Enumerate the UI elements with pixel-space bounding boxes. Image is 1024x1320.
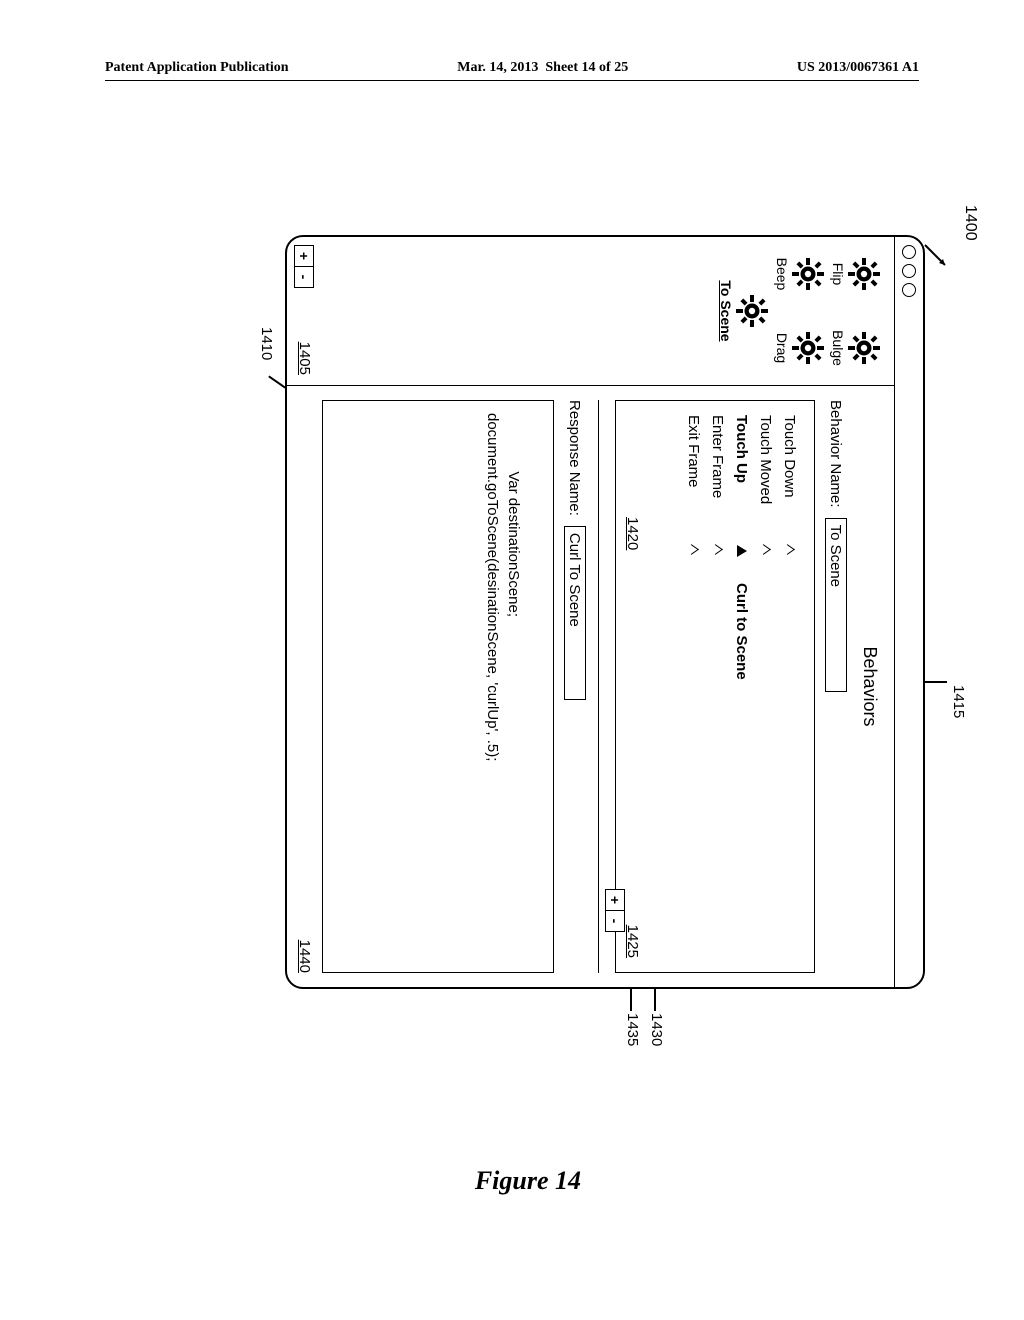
gear-icon: [790, 330, 826, 366]
ref-1415: 1415: [950, 685, 967, 718]
gear-icon: [734, 293, 770, 329]
ref-1440: 1440: [294, 940, 314, 973]
header-right: US 2013/0067361 A1: [797, 60, 919, 76]
gear-icon: [846, 330, 882, 366]
sidebar-item-beep[interactable]: Beep: [774, 242, 826, 306]
figure-label: Figure 14: [475, 1166, 581, 1196]
sidebar-item-bulge[interactable]: Bulge: [830, 316, 882, 380]
arrow-icon: [923, 243, 951, 271]
ref-1420: 1420: [624, 517, 641, 550]
event-response: Curl to Scene: [734, 583, 751, 680]
behavior-name-input[interactable]: [825, 518, 847, 692]
figure-1400: 1400 1415 1410 1430 1435: [75, 225, 935, 995]
behavior-editor: Behaviors Behavior Name: Touch Down Touc…: [286, 386, 894, 987]
gear-icon: [790, 256, 826, 292]
minimize-icon[interactable]: [902, 264, 916, 278]
sidebar-add-button[interactable]: +: [294, 245, 314, 267]
sidebar-item-label: Flip: [830, 242, 846, 306]
callout-1400: 1400: [961, 205, 979, 241]
panel-title: Behaviors: [859, 400, 880, 973]
event-row-exit-frame[interactable]: Exit Frame: [682, 415, 706, 958]
ref-1435: 1435: [624, 1013, 641, 1046]
response-name-input[interactable]: [564, 526, 586, 700]
ref-1425: 1425: [624, 925, 641, 958]
sidebar-plus-minus: + -: [294, 245, 314, 288]
event-row-touch-down[interactable]: Touch Down: [778, 415, 802, 958]
response-name-label: Response Name:: [567, 400, 584, 516]
zoom-icon[interactable]: [902, 283, 916, 297]
header-left: Patent Application Publication: [105, 60, 289, 76]
gear-icon: [846, 256, 882, 292]
behaviors-sidebar: Flip Bulge Beep Drag: [286, 237, 894, 386]
events-plus-minus: + -: [605, 889, 625, 932]
events-add-button[interactable]: +: [605, 889, 625, 911]
triangle-filled-icon: [737, 545, 747, 557]
header-mid: Mar. 14, 2013 Sheet 14 of 25: [457, 60, 628, 76]
event-row-touch-up[interactable]: Touch Up Curl to Scene: [730, 415, 754, 958]
sidebar-item-label: Drag: [774, 316, 790, 380]
triangle-icon: [685, 544, 700, 554]
sidebar-item-label: Bulge: [830, 316, 846, 380]
ref-1405: 1405: [296, 342, 313, 375]
triangle-icon: [757, 544, 772, 554]
sidebar-item-label: Beep: [774, 242, 790, 306]
events-list: Touch Down Touch Moved Touch Up: [615, 400, 815, 973]
triangle-icon: [709, 544, 724, 554]
event-row-touch-moved[interactable]: Touch Moved: [754, 415, 778, 958]
window-titlebar: [894, 237, 923, 987]
event-row-enter-frame[interactable]: Enter Frame: [706, 415, 730, 958]
ref-1410: 1410: [258, 327, 275, 360]
events-remove-button[interactable]: -: [605, 911, 625, 932]
triangle-icon: [781, 544, 796, 554]
sidebar-remove-button[interactable]: -: [294, 267, 314, 288]
event-label: Enter Frame: [710, 415, 727, 519]
behaviors-window: Flip Bulge Beep Drag: [285, 235, 925, 989]
sidebar-item-label: To Scene: [718, 279, 734, 343]
event-label: Exit Frame: [686, 415, 703, 519]
page-header: Patent Application Publication Mar. 14, …: [105, 60, 919, 81]
event-label: Touch Up: [734, 415, 751, 519]
close-icon[interactable]: [902, 245, 916, 259]
sidebar-item-to-scene[interactable]: To Scene: [718, 279, 770, 343]
ref-1430: 1430: [648, 1013, 665, 1046]
sidebar-item-drag[interactable]: Drag: [774, 316, 826, 380]
behavior-name-label: Behavior Name:: [828, 400, 845, 508]
event-label: Touch Moved: [758, 415, 775, 519]
event-label: Touch Down: [782, 415, 799, 519]
response-code-box[interactable]: Var destinationScene; document.goToScene…: [322, 400, 554, 973]
sidebar-item-flip[interactable]: Flip: [830, 242, 882, 306]
response-code-text: Var destinationScene; document.goToScene…: [485, 413, 522, 761]
